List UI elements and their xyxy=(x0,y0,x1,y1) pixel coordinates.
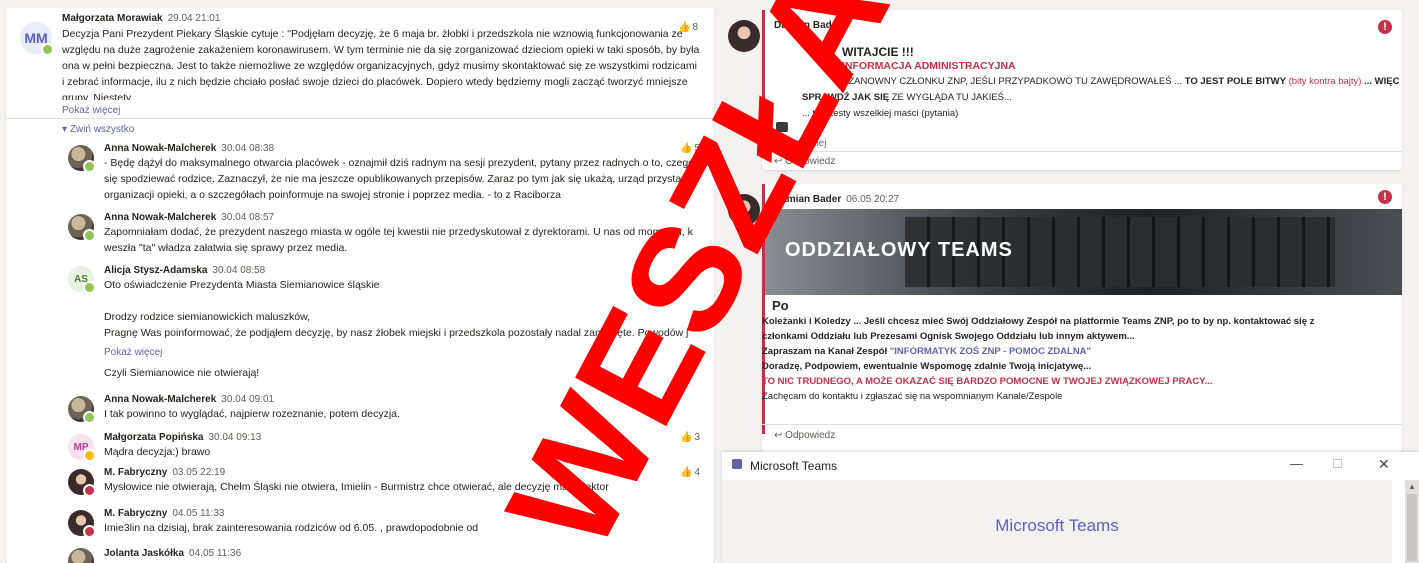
like-count[interactable]: 👍 3 xyxy=(680,432,700,443)
thread-card: MM Małgorzata Morawiak 29.04 21:01 👍 8 Dec… xyxy=(6,8,714,563)
post-heading: Po xyxy=(772,298,789,313)
presence-available-icon xyxy=(83,411,96,424)
reply-meta: Alicja Stysz-Adamska 30.04 08:58 xyxy=(104,265,266,276)
show-more-link[interactable]: Pokaż więcej xyxy=(62,105,120,116)
post-card: Damian Bader 06.05 20:27 ODDZIAŁOWY TEAMS… xyxy=(762,184,1402,452)
reply-meta: Anna Nowak-Malcherek 30.04 08:57 xyxy=(104,212,275,223)
post-meta: Damian Bader xyxy=(774,20,842,31)
scroll-up-icon[interactable]: ▲ xyxy=(1408,482,1416,491)
reply-body: Imie3lin na dzisiaj, brak zainteresowani… xyxy=(104,522,479,534)
divider xyxy=(762,424,1402,425)
show-less-link[interactable]: Pokaż mniej xyxy=(772,138,826,149)
close-button[interactable]: ✕ xyxy=(1378,456,1390,473)
important-bar xyxy=(762,10,765,150)
avatar[interactable] xyxy=(68,469,96,497)
banner-title: ODDZIAŁOWY TEAMS xyxy=(785,239,1013,261)
reply-body: Oto oświadczenie Prezydenta Miasta Siemi… xyxy=(104,279,689,339)
important-icon: ! xyxy=(1378,190,1392,204)
avatar[interactable]: MP xyxy=(68,434,96,462)
avatar[interactable]: AS xyxy=(68,266,96,294)
divider xyxy=(6,118,714,119)
thumbs-up-icon: 👍 xyxy=(680,432,693,443)
teams-app-icon xyxy=(732,459,742,469)
attachment-icon[interactable] xyxy=(776,122,788,132)
avatar[interactable] xyxy=(68,510,96,538)
author-name[interactable]: Małgorzata Morawiak xyxy=(62,13,163,24)
window-title: Microsoft Teams xyxy=(750,459,838,473)
post-body: Koleżanki i Koledzy ... Jeśli chcesz mie… xyxy=(762,316,1315,402)
reply-extra-text: Czyli Siemianowice nie otwierają! xyxy=(104,367,260,379)
timestamp: 29.04 21:01 xyxy=(167,13,221,24)
reply-body: Mysłowice nie otwierają, Chełm Śląski ni… xyxy=(104,481,609,493)
minimize-button[interactable]: — xyxy=(1290,456,1303,471)
post-body: Decyzja Pani Prezydent Piekary Śląskie c… xyxy=(62,28,700,100)
reply-body: Zapomniałam dodać, że prezydent naszego … xyxy=(104,226,693,254)
post-card: Damian Bader WITAJCIE !!! INFORMACJA ADM… xyxy=(762,10,1402,170)
post-line: SPRAWDŹ JAK SIĘ ZE WYGLĄDA TU JAKIEŚ... xyxy=(802,92,1012,103)
window-body: Microsoft Teams xyxy=(722,480,1392,563)
reply-meta: M. Fabryczny 04.05 11:33 xyxy=(104,508,225,519)
post-meta: Damian Bader 06.05 20:27 xyxy=(774,194,900,205)
teams-window: Microsoft Teams — ☐ ✕ Microsoft Teams ▲ xyxy=(722,452,1419,563)
scrollbar[interactable]: ▲ xyxy=(1405,480,1419,563)
presence-available-icon xyxy=(83,160,96,173)
title-bar: Microsoft Teams — ☐ ✕ xyxy=(722,452,1419,480)
brand-title: Microsoft Teams xyxy=(995,516,1119,535)
maximize-button[interactable]: ☐ xyxy=(1332,457,1343,471)
reply-meta: M. Fabryczny 03.05 22:19 xyxy=(104,467,226,478)
thumbs-up-icon: 👍 xyxy=(680,265,693,276)
presence-away-icon xyxy=(83,449,96,462)
banner-image: ODDZIAŁOWY TEAMS xyxy=(765,209,1402,295)
like-count[interactable]: 👍 4 xyxy=(680,467,700,478)
reply-arrow-icon: ↩ xyxy=(774,156,786,167)
presence-available-icon xyxy=(41,43,54,56)
post-line: ... tzn. testy wszelkiej maści (pytania) xyxy=(802,108,959,119)
reply-meta: Anna Nowak-Malcherek 30.04 09:01 xyxy=(104,394,275,405)
thumbs-up-icon: 👍 xyxy=(680,143,693,154)
post-line: SZANOWNY CZŁONKU ZNP, JEŚLI PRZYPADKOWO … xyxy=(842,76,1400,87)
presence-available-icon xyxy=(83,281,96,294)
scrollbar-thumb[interactable] xyxy=(1407,494,1417,561)
conversation-pane-left: MM Małgorzata Morawiak 29.04 21:01 👍 8 Dec… xyxy=(0,0,720,563)
thumbs-up-icon: 👍 xyxy=(680,467,693,478)
divider xyxy=(762,151,1402,152)
avatar[interactable] xyxy=(68,548,94,563)
post-info: INFORMACJA ADMINISTRACYJNA xyxy=(842,60,1016,72)
avatar[interactable] xyxy=(68,214,96,242)
collapse-all-link[interactable]: ▾ Zwiń wszystko xyxy=(62,124,134,135)
avatar[interactable] xyxy=(728,194,760,226)
like-count[interactable]: 👍 5 xyxy=(680,143,700,154)
avatar[interactable] xyxy=(68,396,96,424)
avatar[interactable]: MM xyxy=(20,22,54,56)
reply-button[interactable]: ↩ Odpowiedz xyxy=(774,156,835,167)
reply-body: Mądra decyzja:) brawo xyxy=(104,446,211,458)
presence-busy-icon xyxy=(83,484,96,497)
reply-button[interactable]: ↩ Odpowiedz xyxy=(774,430,835,441)
presence-busy-icon xyxy=(83,525,96,538)
show-more-link[interactable]: Pokaż więcej xyxy=(104,347,162,358)
reply-meta: Małgorzata Popińska 30.04 09:13 xyxy=(104,432,262,443)
post-meta: Małgorzata Morawiak 29.04 21:01 xyxy=(62,13,220,24)
presence-available-icon xyxy=(83,229,96,242)
avatar[interactable] xyxy=(728,20,760,52)
like-count[interactable]: 👍 6 xyxy=(680,265,700,276)
avatar[interactable] xyxy=(68,145,96,173)
chevron-down-icon: ▾ xyxy=(62,124,70,135)
reply-arrow-icon: ↩ xyxy=(774,430,786,441)
reply-body: I tak powinno to wyglądać, najpierw roze… xyxy=(104,408,400,420)
reply-body: - Będę dążył do maksymalnego otwarcia pl… xyxy=(104,157,695,201)
reply-meta: Anna Nowak-Malcherek 30.04 08:38 xyxy=(104,143,275,154)
reply-meta: Jolanta Jaskółka 04.05 11:36 xyxy=(104,548,242,559)
important-icon: ! xyxy=(1378,20,1392,34)
